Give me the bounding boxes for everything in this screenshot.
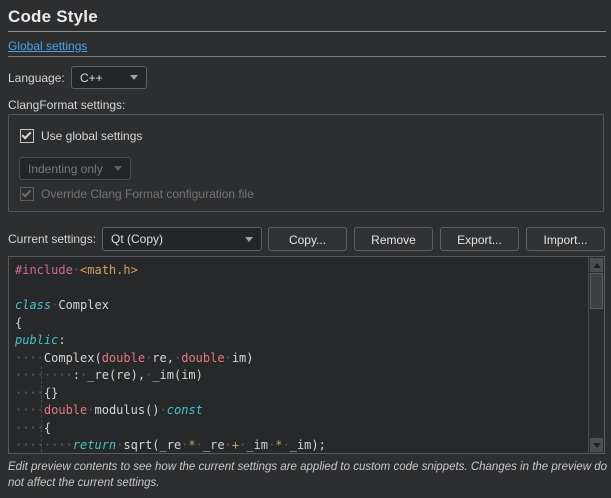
use-global-settings-checkbox[interactable]: Use global settings (20, 129, 142, 143)
code-style-settings-page: Code Style Global settings Language: C++… (0, 0, 611, 498)
code-line: ····{} (15, 385, 586, 403)
remove-button[interactable]: Remove (354, 227, 433, 251)
divider (8, 31, 606, 32)
code-line (15, 280, 586, 298)
scroll-down-button[interactable] (590, 438, 603, 452)
preview-hint-text: Edit preview contents to see how the cur… (8, 459, 608, 492)
override-clang-format-label: Override Clang Format configuration file (41, 187, 254, 201)
triangle-up-icon (593, 263, 601, 268)
global-settings-link[interactable]: Global settings (8, 39, 87, 53)
code-line: ········:·_re(re),·_im(im) (15, 367, 586, 385)
code-line: class·Complex (15, 297, 586, 315)
code-line: ········return·sqrt(_re·*·_re·+·_im·*·_i… (15, 437, 586, 454)
scrollbar-thumb[interactable] (590, 273, 603, 309)
export-button[interactable]: Export... (440, 227, 519, 251)
code-line: ····Complex(double·re,·double·im) (15, 350, 586, 368)
clangformat-mode-value: Indenting only (28, 162, 108, 176)
current-settings-select[interactable]: Qt (Copy) (102, 227, 262, 251)
code-line: public: (15, 332, 586, 350)
current-settings-value: Qt (Copy) (111, 232, 239, 246)
current-settings-label: Current settings: (8, 232, 96, 246)
page-title: Code Style (8, 7, 98, 27)
language-select-value: C++ (80, 71, 124, 85)
override-clang-format-checkbox: Override Clang Format configuration file (20, 187, 254, 201)
code-line: ····double·modulus()·const (15, 402, 586, 420)
clangformat-settings-label: ClangFormat settings: (8, 98, 125, 112)
triangle-down-icon (593, 443, 601, 448)
code-line: ····{ (15, 420, 586, 438)
import-button[interactable]: Import... (526, 227, 605, 251)
use-global-settings-label: Use global settings (41, 129, 142, 143)
language-select[interactable]: C++ (71, 66, 147, 89)
code-line: { (15, 315, 586, 333)
chevron-down-icon (245, 237, 253, 242)
code-preview-editor[interactable]: #include·<math.h>class·Complex{public:··… (8, 256, 605, 454)
code-line: #include·<math.h> (15, 262, 586, 280)
chevron-down-icon (114, 166, 122, 171)
checkbox-checked-icon (20, 129, 34, 143)
copy-button[interactable]: Copy... (268, 227, 347, 251)
code-content[interactable]: #include·<math.h>class·Complex{public:··… (15, 262, 586, 454)
indent-guide-line (41, 366, 42, 452)
chevron-down-icon (130, 75, 138, 80)
divider (8, 56, 606, 57)
vertical-scrollbar[interactable] (588, 257, 604, 453)
scroll-up-button[interactable] (590, 258, 603, 272)
clangformat-mode-select: Indenting only (19, 157, 131, 180)
checkbox-checked-icon (20, 187, 34, 201)
language-label: Language: (8, 71, 65, 85)
